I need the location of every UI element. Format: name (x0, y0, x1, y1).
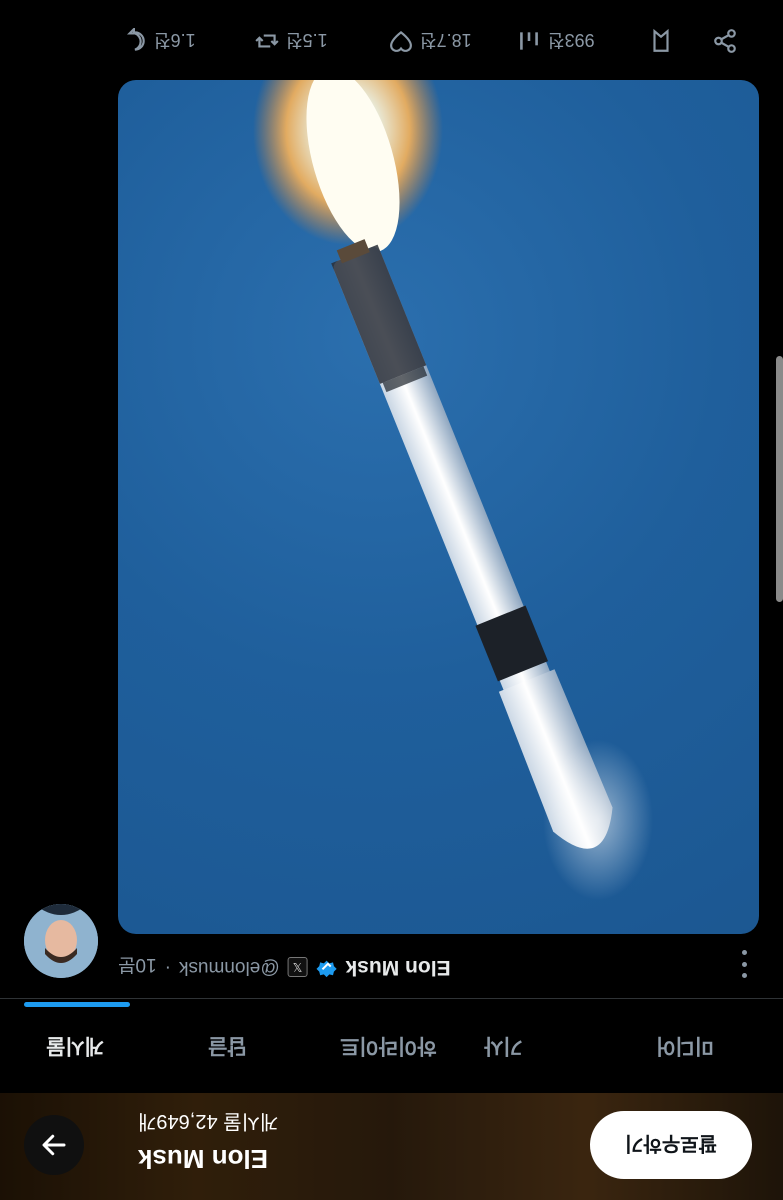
tabs-divider (0, 998, 783, 999)
author-name[interactable]: Elon Musk (346, 955, 451, 979)
bookmark-action[interactable] (648, 26, 674, 56)
post-count: 게시물 42,649개 (138, 1110, 279, 1132)
tweet-author-line: Elon Musk 𝕏 @elonmusk · 10분 (118, 950, 451, 984)
follow-button-label: 팔로우하기 (625, 1131, 717, 1154)
tweet-media-photo[interactable] (118, 80, 759, 934)
scrollbar[interactable] (776, 356, 783, 602)
active-tab-indicator (24, 1002, 130, 1007)
like-count: 18.7천 (420, 30, 472, 50)
verified-badge-icon (316, 960, 337, 978)
share-icon (714, 29, 736, 53)
tab-media[interactable]: 미디어 (656, 1032, 714, 1062)
tweet-time[interactable]: 10분 (118, 954, 157, 981)
follow-button[interactable]: 팔로우하기 (590, 1111, 752, 1179)
profile-title-block: 게시물 42,649개 Elon Musk (138, 1107, 438, 1187)
tab-articles[interactable]: 기사 (484, 1032, 523, 1062)
reply-count: 1.6천 (154, 30, 196, 50)
profile-tabs: 게시물 답글 하이라이트 기사 미디어 (0, 1016, 783, 1076)
profile-name: Elon Musk (138, 1144, 269, 1174)
tab-posts[interactable]: 게시물 (46, 1032, 104, 1062)
tab-highlights[interactable]: 하이라이트 (340, 1032, 437, 1062)
view-count: 993천 (548, 30, 595, 50)
x-affiliation-icon: 𝕏 (287, 957, 308, 977)
more-options-icon[interactable] (734, 950, 754, 978)
reply-icon (126, 28, 145, 51)
avatar-image (24, 904, 98, 978)
tab-replies[interactable]: 답글 (208, 1032, 247, 1062)
views-action[interactable]: 993천 (516, 26, 595, 56)
author-avatar[interactable] (24, 904, 98, 978)
tweet-action-bar: 1.6천 1.5천 18.7천 993천 (0, 0, 783, 80)
share-action[interactable] (712, 26, 738, 56)
views-icon (520, 32, 538, 50)
bookmark-icon (653, 28, 669, 52)
profile-header-bar: 게시물 42,649개 Elon Musk 팔로우하기 (0, 1093, 783, 1200)
heart-icon (390, 30, 412, 52)
arrow-left-icon (42, 1134, 66, 1156)
repost-icon (255, 34, 279, 48)
repost-action[interactable]: 1.5천 (254, 26, 328, 56)
reply-action[interactable]: 1.6천 (122, 26, 196, 56)
repost-count: 1.5천 (286, 30, 328, 50)
back-button[interactable] (24, 1115, 84, 1175)
like-action[interactable]: 18.7천 (388, 26, 472, 56)
author-handle[interactable]: @elonmusk (179, 956, 280, 978)
time-separator: · (164, 957, 171, 978)
rocket-launch-image (253, 80, 653, 900)
